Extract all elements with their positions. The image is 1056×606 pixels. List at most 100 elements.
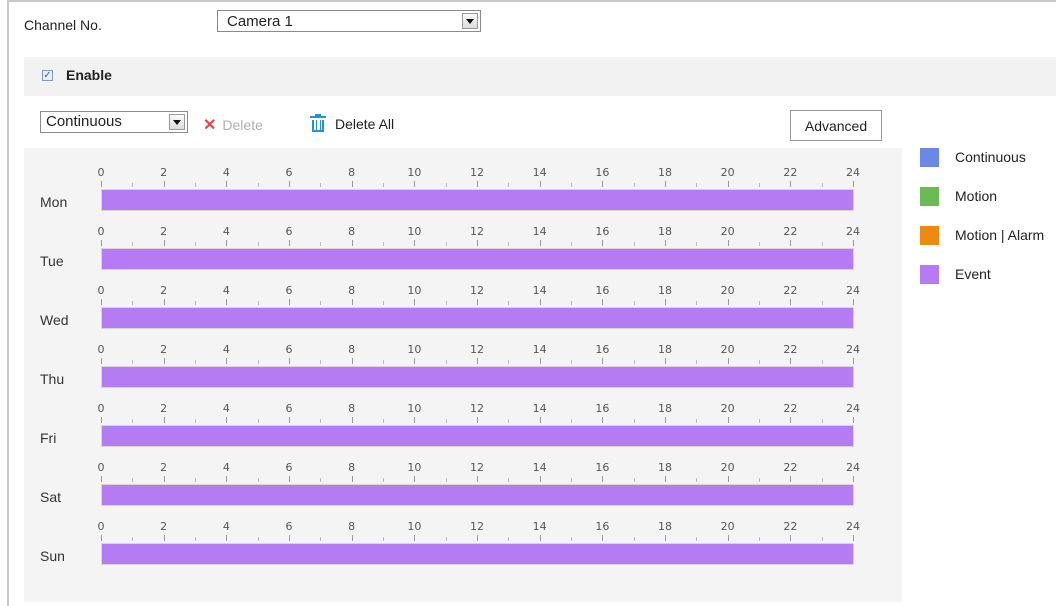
record-type-value: Continuous [46, 113, 122, 130]
hour-tick-label: 2 [160, 284, 168, 297]
day-label: Sun [40, 548, 65, 564]
schedule-segment[interactable] [102, 190, 853, 210]
day-label: Tue [40, 253, 64, 269]
hour-tick-label: 10 [407, 166, 422, 179]
hour-tick [602, 417, 604, 423]
hour-tick [320, 537, 322, 541]
schedule-bar[interactable] [101, 366, 854, 388]
schedule-row: Tue 0 2 4 6 8 10 12 14 16 18 20 22 24 [24, 225, 902, 280]
day-label: Sat [40, 489, 62, 505]
schedule-bar[interactable] [101, 425, 854, 447]
hour-tick [414, 299, 416, 305]
hour-tick [727, 299, 729, 305]
hour-tick [414, 240, 416, 246]
hour-tick [602, 535, 604, 541]
hour-tick [101, 535, 102, 541]
hour-tick [414, 181, 416, 187]
schedule-bar[interactable] [101, 248, 854, 270]
hour-tick [571, 478, 572, 482]
hour-tick-label: 24 [846, 520, 860, 533]
hour-tick [727, 181, 729, 187]
advanced-button[interactable]: Advanced [790, 110, 882, 141]
legend-item: Continuous [920, 147, 1056, 167]
hour-tick [257, 537, 259, 541]
delete-button[interactable]: ✕ Delete [203, 115, 263, 135]
enable-label: Enable [66, 67, 112, 83]
hour-tick [289, 358, 290, 364]
hour-tick-label: 8 [348, 402, 356, 415]
schedule-segment[interactable] [102, 367, 853, 387]
record-type-select[interactable]: Continuous [40, 111, 188, 133]
delete-all-button[interactable]: Delete All [310, 114, 394, 132]
hour-tick [257, 360, 259, 364]
hour-tick-label: 12 [470, 343, 484, 356]
hour-tick-label: 16 [595, 225, 610, 238]
hour-tick-label: 2 [160, 461, 168, 474]
hour-tick [665, 240, 666, 246]
hour-tick [539, 240, 541, 246]
hour-tick [821, 242, 823, 246]
hour-tick [727, 358, 729, 364]
schedule-bar[interactable] [101, 543, 854, 565]
hour-tick [633, 301, 635, 305]
legend-item: Motion | Alarm [920, 225, 1056, 245]
hour-tick [539, 181, 541, 187]
hour-tick [351, 535, 353, 541]
hour-tick [508, 183, 510, 187]
hour-tick-label: 14 [532, 520, 547, 533]
schedule-bar[interactable] [101, 484, 854, 506]
hour-tick [101, 181, 102, 187]
hour-tick-label: 0 [97, 520, 105, 533]
hour-tick [853, 181, 854, 187]
enable-checkbox[interactable]: ✓ [42, 70, 53, 81]
hour-tick [445, 360, 447, 364]
hour-tick-label: 16 [595, 166, 610, 179]
hour-tick [257, 183, 259, 187]
schedule-bar[interactable] [101, 189, 854, 211]
hour-tick-label: 12 [470, 225, 484, 238]
hour-tick [132, 301, 134, 305]
hour-tick [696, 360, 698, 364]
hour-tick [602, 299, 604, 305]
hour-tick-label: 6 [285, 343, 293, 356]
hour-tick [633, 537, 635, 541]
schedule-segment[interactable] [102, 485, 853, 505]
channel-select[interactable]: Camera 1 [217, 10, 481, 32]
hour-tick [539, 299, 541, 305]
hour-tick-label: 12 [470, 461, 484, 474]
chevron-down-icon[interactable] [169, 114, 185, 130]
hour-tick-label: 18 [658, 343, 672, 356]
hour-tick [759, 242, 760, 246]
hour-tick [571, 360, 572, 364]
hour-tick-label: 10 [407, 284, 422, 297]
hour-tick-label: 4 [222, 225, 230, 238]
hour-tick [226, 417, 228, 423]
hour-tick [539, 535, 541, 541]
chevron-down-icon[interactable] [462, 13, 478, 29]
hour-tick-label: 14 [532, 225, 547, 238]
hour-tick-label: 8 [348, 461, 356, 474]
schedule-segment[interactable] [102, 249, 853, 269]
schedule-segment[interactable] [102, 308, 853, 328]
schedule-bar[interactable] [101, 307, 854, 329]
hour-tick-label: 18 [658, 166, 672, 179]
hour-tick [602, 358, 604, 364]
hour-tick-label: 18 [658, 520, 672, 533]
schedule-row: Thu 0 2 4 6 8 10 12 14 16 18 20 22 24 [24, 343, 902, 398]
hour-tick [445, 537, 447, 541]
hour-tick [414, 535, 416, 541]
hour-tick [163, 240, 165, 246]
hour-tick-label: 12 [470, 166, 484, 179]
hour-tick-label: 24 [846, 402, 860, 415]
schedule-segment[interactable] [102, 544, 853, 564]
hour-tick [665, 181, 666, 187]
hour-tick [320, 301, 322, 305]
hour-tick [163, 181, 165, 187]
hour-tick [696, 183, 698, 187]
hour-tick-label: 14 [532, 166, 547, 179]
hour-tick [132, 537, 134, 541]
hour-tick-label: 14 [532, 461, 547, 474]
hour-tick [226, 299, 228, 305]
schedule-segment[interactable] [102, 426, 853, 446]
hour-tick-label: 8 [348, 343, 356, 356]
